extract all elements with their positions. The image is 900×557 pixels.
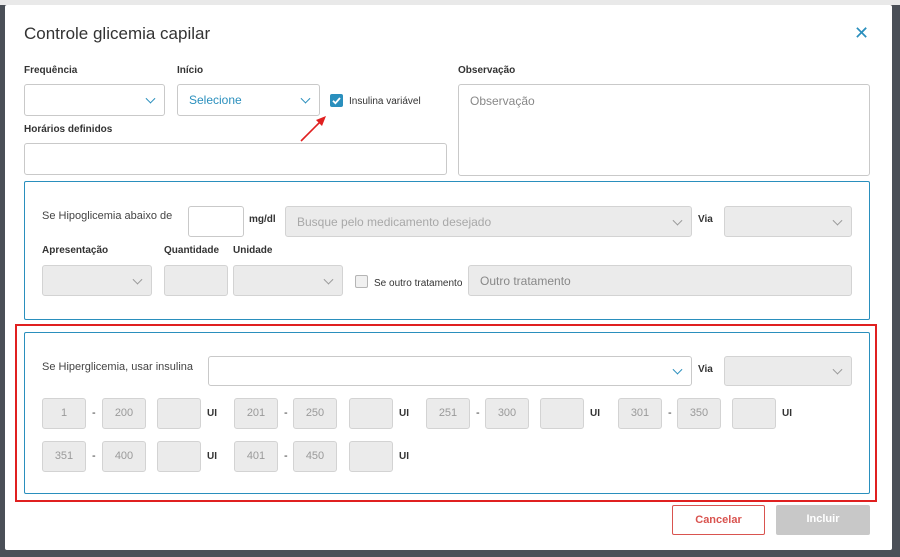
outro-tratamento-checkbox[interactable] — [355, 275, 368, 288]
medicamento-placeholder: Busque pelo medicamento desejado — [297, 214, 492, 229]
ui-unit: UI — [399, 408, 409, 419]
range-to-input[interactable]: 450 — [293, 441, 337, 472]
hipo-via-select[interactable] — [724, 206, 852, 237]
range-to-input[interactable]: 250 — [293, 398, 337, 429]
hipoglicemia-section — [24, 181, 870, 320]
hipo-via-label: Via — [698, 214, 713, 225]
outro-tratamento-input[interactable]: Outro tratamento — [468, 265, 852, 296]
mgdl-unit: mg/dl — [249, 214, 276, 225]
ui-unit: UI — [590, 408, 600, 419]
observacao-placeholder: Observação — [470, 94, 535, 108]
frequencia-select[interactable] — [24, 84, 165, 116]
hiperglicemia-label: Se Hiperglicemia, usar insulina — [42, 361, 194, 373]
hipoglicemia-label: Se Hipoglicemia abaixo de — [42, 210, 173, 222]
annotation-arrow-icon — [300, 116, 326, 142]
chevron-down-icon — [132, 274, 143, 285]
hiper-via-label: Via — [698, 364, 713, 375]
range-from-input[interactable]: 401 — [234, 441, 278, 472]
ui-dose-input[interactable] — [732, 398, 776, 429]
inicio-label: Início — [177, 65, 204, 76]
range-dash: - — [668, 407, 672, 419]
ui-dose-input[interactable] — [349, 441, 393, 472]
range-from-input[interactable]: 301 — [618, 398, 662, 429]
range-from-input[interactable]: 201 — [234, 398, 278, 429]
medicamento-search[interactable]: Busque pelo medicamento desejado — [285, 206, 692, 237]
insulina-variavel-checkbox[interactable] — [330, 94, 343, 107]
range-dash: - — [284, 407, 288, 419]
range-dash: - — [92, 407, 96, 419]
apresentacao-select[interactable] — [42, 265, 152, 296]
observacao-textarea[interactable]: Observação — [458, 84, 870, 176]
ui-dose-input[interactable] — [349, 398, 393, 429]
inicio-value: Selecione — [189, 93, 242, 107]
range-from-input[interactable]: 351 — [42, 441, 86, 472]
range-dash: - — [92, 450, 96, 462]
observacao-label: Observação — [458, 65, 516, 76]
ui-unit: UI — [207, 451, 217, 462]
ui-unit: UI — [782, 408, 792, 419]
horarios-input[interactable] — [24, 143, 447, 175]
horarios-label: Horários definidos — [24, 124, 113, 135]
check-icon — [332, 97, 341, 105]
ui-dose-input[interactable] — [157, 398, 201, 429]
close-icon[interactable]: ✕ — [854, 23, 869, 44]
chevron-down-icon — [832, 215, 843, 226]
insulina-variavel-label: Insulina variável — [349, 96, 421, 107]
chevron-down-icon — [300, 93, 311, 104]
outro-tratamento-label: Se outro tratamento — [374, 278, 463, 289]
unidade-select[interactable] — [233, 265, 343, 296]
frequencia-label: Frequência — [24, 65, 78, 76]
ui-unit: UI — [399, 451, 409, 462]
ui-dose-input[interactable] — [157, 441, 201, 472]
modal-title: Controle glicemia capilar — [24, 24, 211, 43]
chevron-down-icon — [832, 364, 843, 375]
range-dash: - — [476, 407, 480, 419]
range-to-input[interactable]: 400 — [102, 441, 146, 472]
range-to-input[interactable]: 350 — [677, 398, 721, 429]
modal-dialog: Controle glicemia capilar ✕ Frequência I… — [5, 5, 892, 550]
range-to-input[interactable]: 300 — [485, 398, 529, 429]
unidade-label: Unidade — [233, 245, 273, 256]
chevron-down-icon — [145, 93, 156, 104]
apresentacao-label: Apresentação — [42, 245, 109, 256]
chevron-down-icon — [672, 364, 683, 375]
hiper-via-select[interactable] — [724, 356, 852, 386]
quantidade-input[interactable] — [164, 265, 228, 296]
ui-dose-input[interactable] — [540, 398, 584, 429]
outro-tratamento-placeholder: Outro tratamento — [480, 273, 571, 288]
chevron-down-icon — [672, 215, 683, 226]
cancel-button[interactable]: Cancelar — [672, 505, 765, 535]
hipoglicemia-threshold-input[interactable] — [188, 206, 244, 237]
insulina-select[interactable] — [208, 356, 692, 386]
ui-unit: UI — [207, 408, 217, 419]
quantidade-label: Quantidade — [164, 245, 220, 256]
range-to-input[interactable]: 200 — [102, 398, 146, 429]
submit-button[interactable]: Incluir — [776, 505, 870, 535]
chevron-down-icon — [323, 274, 334, 285]
range-dash: - — [284, 450, 288, 462]
range-from-input[interactable]: 251 — [426, 398, 470, 429]
range-from-input[interactable]: 1 — [42, 398, 86, 429]
